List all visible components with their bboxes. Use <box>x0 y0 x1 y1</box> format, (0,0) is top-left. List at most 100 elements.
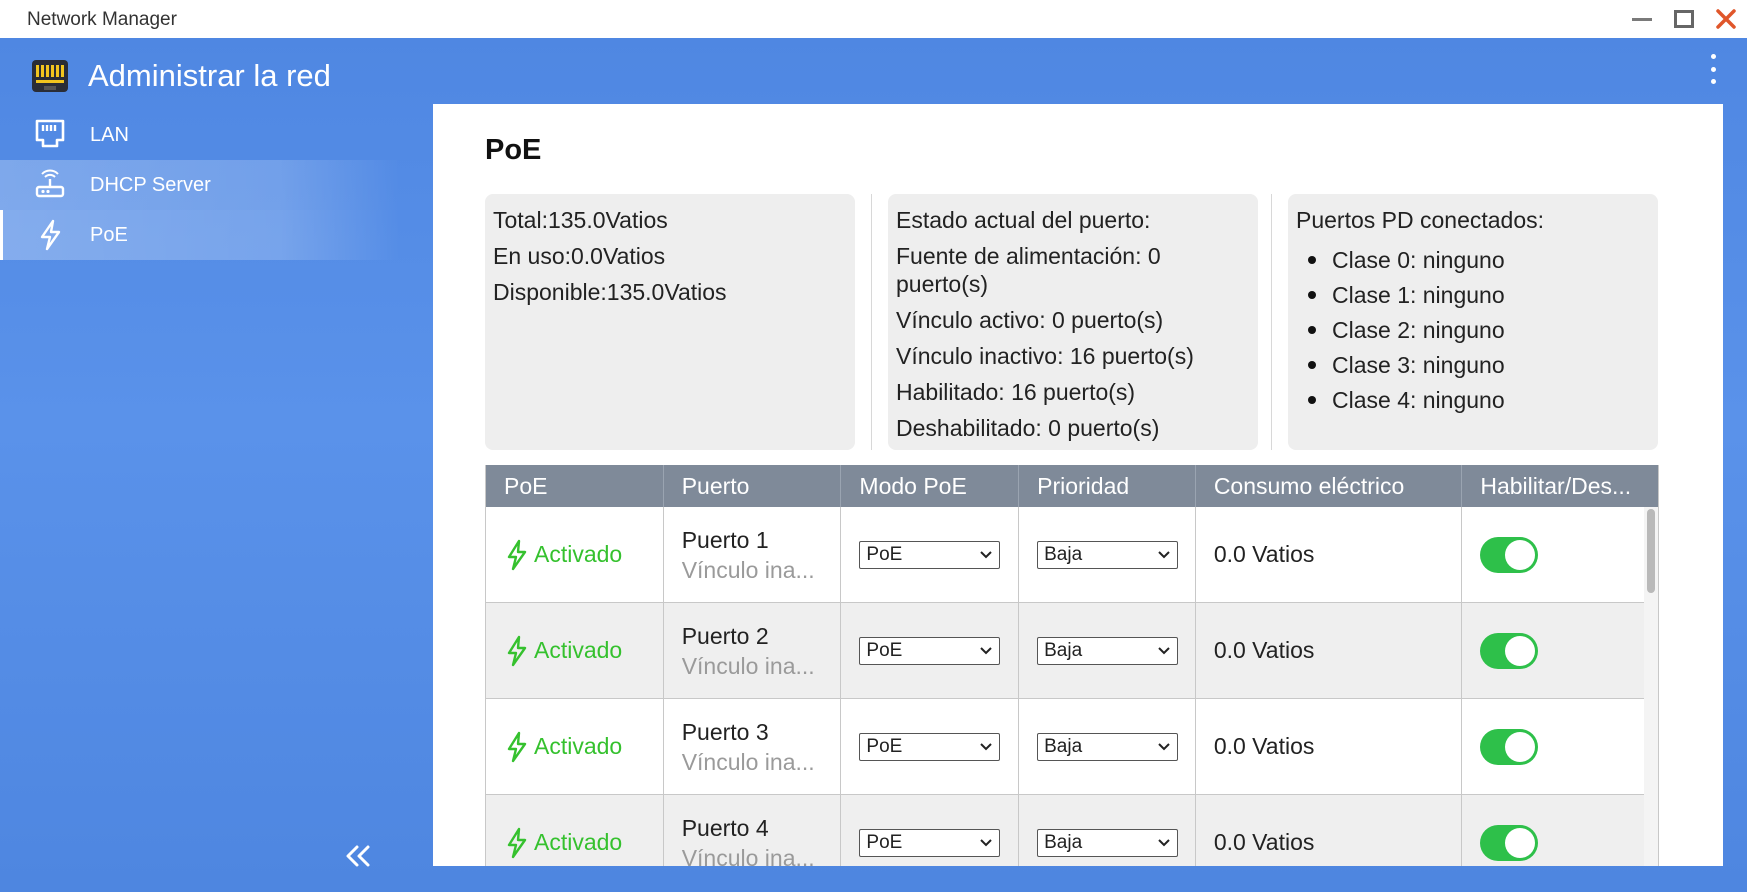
poe-status-label: Activado <box>534 733 623 759</box>
column-header-power-consumption[interactable]: Consumo eléctrico <box>1196 465 1463 507</box>
sidebar-item-dhcp-server[interactable]: DHCP Server <box>0 160 400 210</box>
table-row: Activado Puerto 3 Vínculo ina... PoE Baja… <box>486 699 1658 795</box>
chevron-down-icon <box>980 742 993 750</box>
port-name: Puerto 4 <box>681 814 769 841</box>
column-header-enable-disable[interactable]: Habilitar/Des... <box>1462 465 1658 507</box>
collapse-sidebar-icon[interactable] <box>340 838 376 874</box>
sidebar-item-label: LAN <box>90 123 129 146</box>
poe-status: Activado <box>504 731 622 763</box>
network-switch-logo-icon <box>32 60 68 92</box>
scrollbar-thumb[interactable] <box>1647 509 1655 593</box>
poe-mode-value: PoE <box>866 639 903 661</box>
enable-toggle[interactable] <box>1480 728 1539 765</box>
divider <box>871 194 872 450</box>
priority-value: Baja <box>1044 543 1083 565</box>
priority-select[interactable]: Baja <box>1037 732 1179 761</box>
port-status-heading: Estado actual del puerto: <box>896 207 1151 233</box>
poe-panel: PoE Total:135.0Vatios En uso:0.0Vatios D… <box>433 104 1723 866</box>
poe-mode-select[interactable]: PoE <box>859 540 1001 569</box>
port-link-status: Vínculo ina... <box>681 844 815 867</box>
column-header-priority[interactable]: Prioridad <box>1019 465 1196 507</box>
enable-toggle[interactable] <box>1480 824 1539 861</box>
chevron-down-icon <box>1158 742 1170 750</box>
chevron-down-icon <box>1158 646 1170 654</box>
list-item: Clase 3: ninguno <box>1296 347 1650 382</box>
lightning-icon <box>507 635 527 666</box>
chevron-down-icon <box>980 646 993 654</box>
sidebar-item-lan[interactable]: LAN <box>0 110 400 160</box>
sidebar-item-poe[interactable]: PoE <box>0 210 400 260</box>
lightning-icon <box>32 217 68 253</box>
chevron-down-icon <box>980 550 993 558</box>
maximize-icon[interactable] <box>1663 0 1705 38</box>
window-controls <box>1621 0 1747 38</box>
poe-status-label: Activado <box>534 829 623 855</box>
lightning-icon <box>507 539 527 570</box>
priority-value: Baja <box>1044 639 1083 661</box>
router-icon <box>32 167 68 203</box>
poe-mode-select[interactable]: PoE <box>859 636 1001 665</box>
column-header-poe-mode[interactable]: Modo PoE <box>841 465 1020 507</box>
close-icon[interactable] <box>1705 0 1747 38</box>
port-name: Puerto 1 <box>681 526 769 553</box>
power-total: Total:135.0Vatios <box>493 207 668 233</box>
port-status-enabled: Habilitado: 16 puerto(s) <box>896 379 1136 405</box>
more-options-icon[interactable] <box>1707 54 1719 84</box>
page-title: PoE <box>485 134 542 166</box>
column-header-port[interactable]: Puerto <box>664 465 842 507</box>
poe-status-label: Activado <box>534 541 623 567</box>
poe-status: Activado <box>504 827 622 859</box>
list-item: Clase 0: ninguno <box>1296 242 1650 277</box>
poe-status: Activado <box>504 539 622 571</box>
pd-ports-card: Puertos PD conectados: Clase 0: ninguno … <box>1288 194 1658 450</box>
poe-status: Activado <box>504 635 622 667</box>
power-consumption: 0.0 Vatios <box>1213 541 1315 567</box>
port-name: Puerto 2 <box>681 622 769 649</box>
enable-toggle[interactable] <box>1480 536 1539 573</box>
port-status-active: Vínculo activo: 0 puerto(s) <box>896 307 1164 333</box>
column-header-poe[interactable]: PoE <box>486 465 664 507</box>
pd-ports-heading: Puertos PD conectados: <box>1296 207 1545 233</box>
minimize-icon[interactable] <box>1621 0 1663 38</box>
port-status-card: Estado actual del puerto: Fuente de alim… <box>888 194 1258 450</box>
sidebar: LAN DHCP Server PoE <box>0 110 400 260</box>
poe-mode-select[interactable]: PoE <box>859 828 1001 857</box>
table-row: Activado Puerto 2 Vínculo ina... PoE Baja… <box>486 603 1658 699</box>
table-row: Activado Puerto 1 Vínculo ina... PoE Baja… <box>486 507 1658 603</box>
pd-class-list: Clase 0: ninguno Clase 1: ninguno Clase … <box>1296 242 1650 417</box>
table-header: PoE Puerto Modo PoE Prioridad Consumo el… <box>486 465 1658 507</box>
lightning-icon <box>507 731 527 762</box>
sidebar-item-label: DHCP Server <box>90 173 211 196</box>
poe-mode-value: PoE <box>866 831 903 853</box>
poe-mode-value: PoE <box>866 543 903 565</box>
lightning-icon <box>507 827 527 858</box>
table-scrollbar[interactable] <box>1644 507 1658 866</box>
chevron-down-icon <box>1158 550 1170 558</box>
power-in-use: En uso:0.0Vatios <box>493 243 666 269</box>
chevron-down-icon <box>980 838 993 846</box>
poe-ports-table: PoE Puerto Modo PoE Prioridad Consumo el… <box>485 465 1659 866</box>
priority-select[interactable]: Baja <box>1037 828 1179 857</box>
poe-status-label: Activado <box>534 637 623 663</box>
list-item: Clase 2: ninguno <box>1296 312 1650 347</box>
app-header: Administrar la red <box>30 56 331 96</box>
enable-toggle[interactable] <box>1480 632 1539 669</box>
port-name: Puerto 3 <box>681 718 769 745</box>
poe-mode-select[interactable]: PoE <box>859 732 1001 761</box>
priority-select[interactable]: Baja <box>1037 636 1179 665</box>
power-consumption: 0.0 Vatios <box>1213 733 1315 759</box>
app-title: Administrar la red <box>88 58 331 93</box>
poe-mode-value: PoE <box>866 735 903 757</box>
window-titlebar: Network Manager <box>0 0 1747 38</box>
power-consumption: 0.0 Vatios <box>1213 829 1315 855</box>
port-link-status: Vínculo ina... <box>681 748 815 775</box>
priority-select[interactable]: Baja <box>1037 540 1179 569</box>
chevron-down-icon <box>1158 838 1170 846</box>
priority-value: Baja <box>1044 735 1083 757</box>
priority-value: Baja <box>1044 831 1083 853</box>
table-row: Activado Puerto 4 Vínculo ina... PoE Baja… <box>486 795 1658 866</box>
power-budget-card: Total:135.0Vatios En uso:0.0Vatios Dispo… <box>485 194 855 450</box>
port-link-status: Vínculo ina... <box>681 556 815 583</box>
divider <box>1271 194 1272 450</box>
port-status-inactive: Vínculo inactivo: 16 puerto(s) <box>896 343 1194 369</box>
